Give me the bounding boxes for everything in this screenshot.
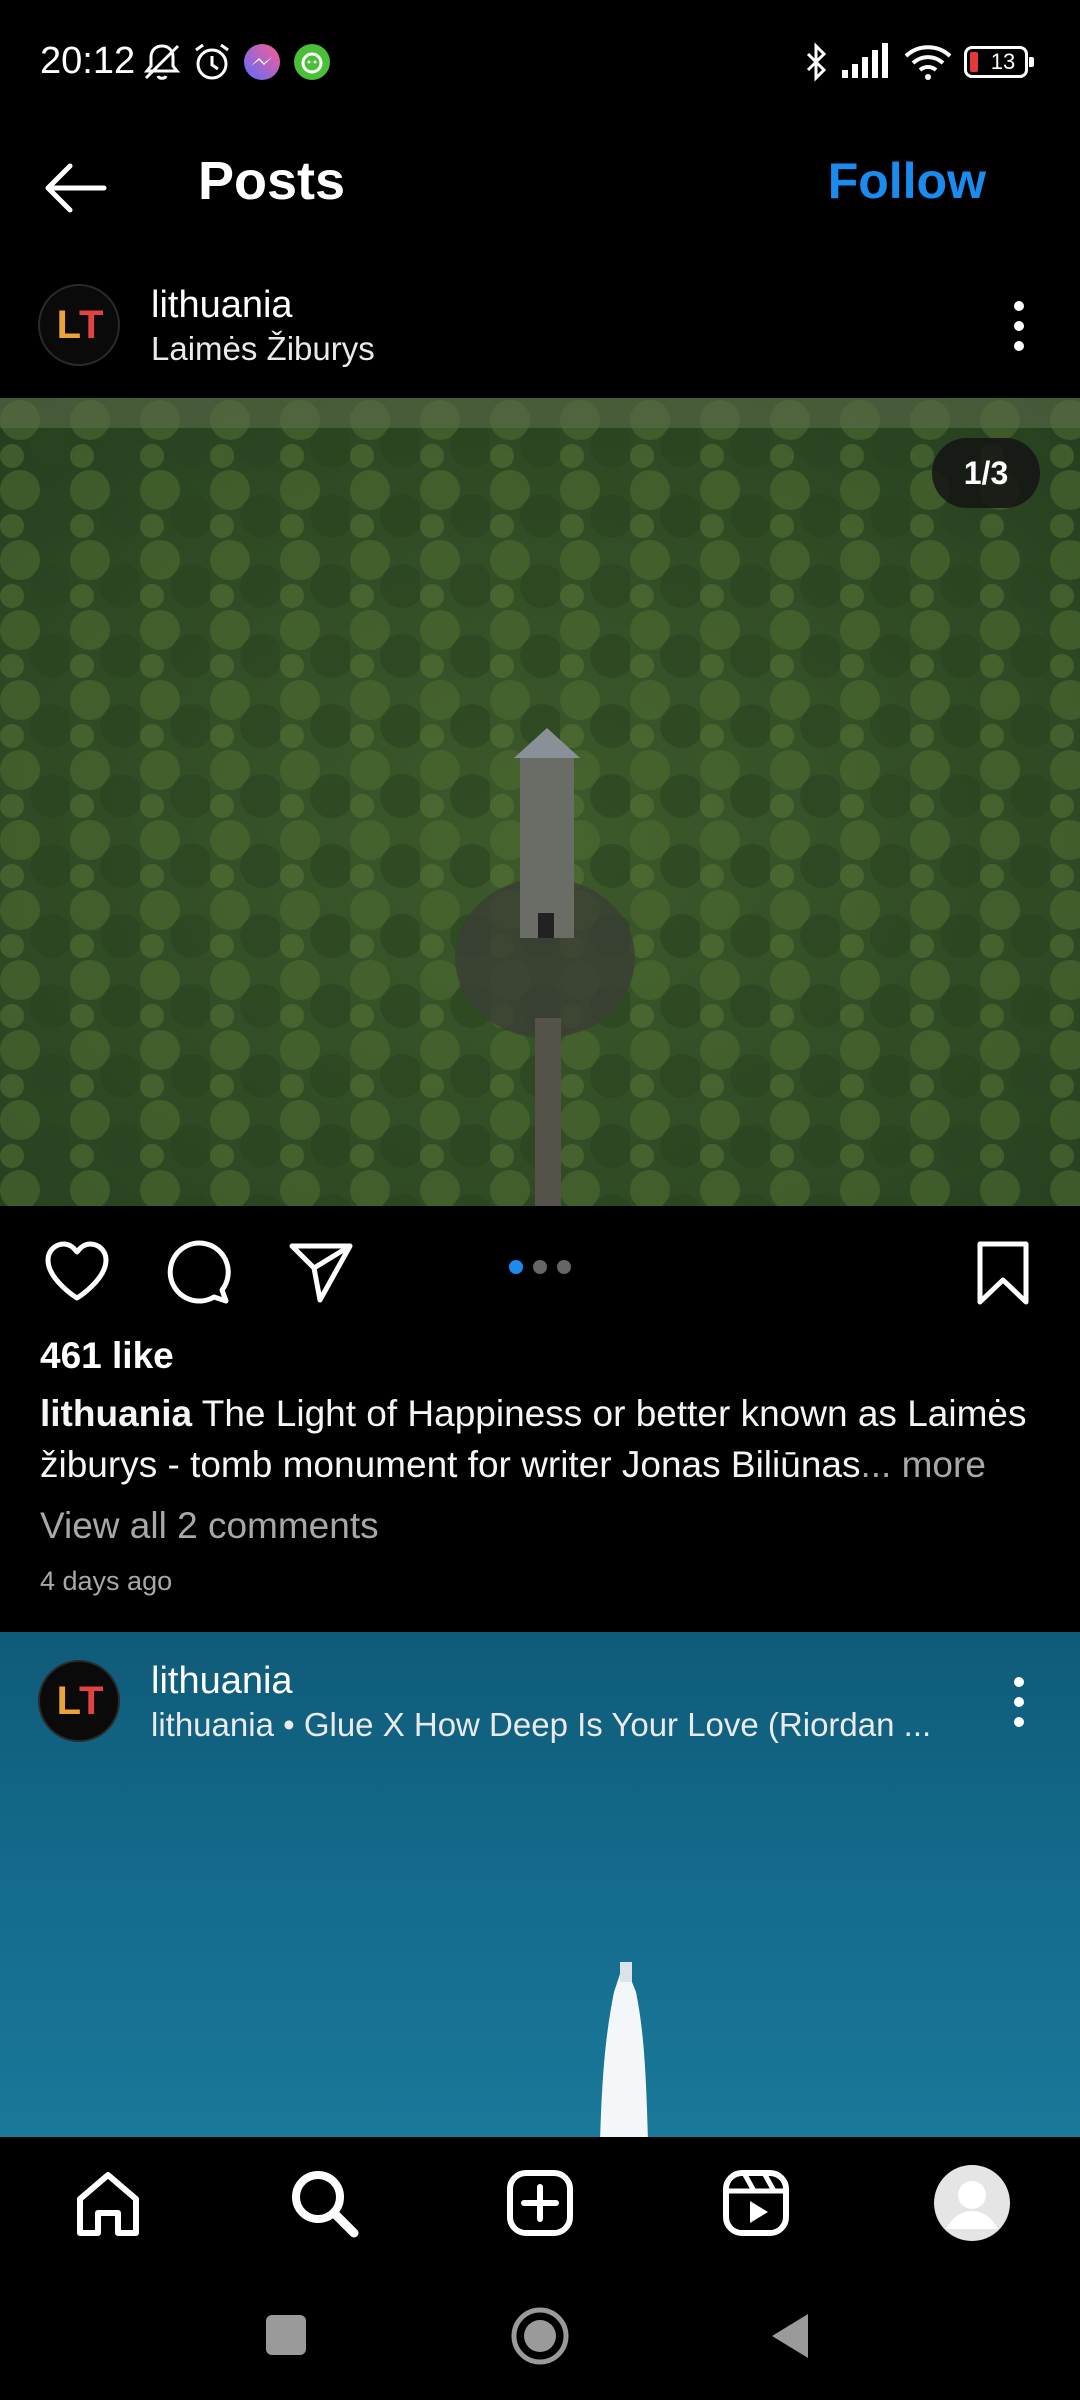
system-navigation bbox=[0, 2272, 1080, 2400]
save-bookmark-icon[interactable] bbox=[968, 1238, 1038, 1308]
app-notification-icon bbox=[294, 44, 330, 80]
bluetooth-icon bbox=[806, 42, 827, 82]
search-icon[interactable] bbox=[288, 2167, 360, 2239]
account-name[interactable]: lithuania bbox=[151, 1660, 293, 1703]
caption-ellipsis: ... bbox=[860, 1444, 892, 1485]
create-icon[interactable] bbox=[504, 2167, 576, 2239]
carousel-dot bbox=[557, 1260, 571, 1274]
post-timestamp: 4 days ago bbox=[40, 1566, 173, 1596]
carousel-dot-active bbox=[509, 1260, 523, 1274]
bottom-navigation bbox=[0, 2137, 1080, 2272]
boat-wake-photo bbox=[600, 1962, 648, 2137]
post-image[interactable]: 1/3 bbox=[0, 398, 1080, 1206]
caption-more-link[interactable]: more bbox=[891, 1444, 986, 1485]
like-heart-icon[interactable] bbox=[42, 1238, 112, 1308]
back-arrow-icon[interactable] bbox=[40, 156, 110, 220]
reels-icon[interactable] bbox=[720, 2167, 792, 2239]
caption-username[interactable]: lithuania bbox=[40, 1393, 192, 1434]
messenger-icon bbox=[244, 44, 280, 80]
carousel-dot bbox=[533, 1260, 547, 1274]
top-bar: Posts Follow bbox=[0, 128, 1080, 248]
battery-level: 13 bbox=[990, 49, 1016, 74]
more-options-icon[interactable] bbox=[1007, 1672, 1031, 1732]
view-comments-link[interactable]: View all 2 comments bbox=[40, 1505, 379, 1547]
forest-tower-photo bbox=[0, 398, 1080, 1206]
avatar[interactable]: LT bbox=[38, 1660, 120, 1742]
wifi-icon bbox=[904, 45, 952, 80]
recents-icon[interactable] bbox=[266, 2315, 306, 2355]
post-caption: lithuania The Light of Happiness or bett… bbox=[40, 1388, 1050, 1490]
status-bar: 20:12 13 bbox=[0, 0, 1080, 128]
account-name[interactable]: lithuania bbox=[151, 284, 293, 327]
avatar[interactable]: LT bbox=[38, 284, 120, 366]
status-time: 20:12 bbox=[40, 40, 136, 82]
home-icon[interactable] bbox=[72, 2167, 144, 2239]
comment-icon[interactable] bbox=[164, 1238, 234, 1308]
home-button-icon[interactable] bbox=[510, 2306, 570, 2366]
more-options-icon[interactable] bbox=[1007, 296, 1031, 356]
location-label[interactable]: Laimės Žiburys bbox=[151, 330, 375, 368]
post-header: LT lithuania Laimės Žiburys bbox=[0, 268, 1080, 388]
follow-button[interactable]: Follow bbox=[828, 152, 986, 210]
like-count[interactable]: 461 like bbox=[40, 1335, 174, 1377]
page-title: Posts bbox=[198, 151, 346, 211]
share-send-icon[interactable] bbox=[286, 1238, 356, 1308]
next-post[interactable]: LT lithuania lithuania • Glue X How Deep… bbox=[0, 1632, 1080, 2137]
profile-avatar-icon[interactable] bbox=[934, 2165, 1010, 2241]
muted-bell-icon bbox=[143, 44, 181, 80]
battery-icon: 13 bbox=[964, 46, 1034, 78]
back-icon[interactable] bbox=[766, 2310, 812, 2362]
audio-label[interactable]: lithuania • Glue X How Deep Is Your Love… bbox=[151, 1706, 931, 1744]
image-counter: 1/3 bbox=[932, 438, 1040, 508]
signal-icon bbox=[842, 43, 888, 78]
alarm-icon bbox=[195, 43, 229, 80]
